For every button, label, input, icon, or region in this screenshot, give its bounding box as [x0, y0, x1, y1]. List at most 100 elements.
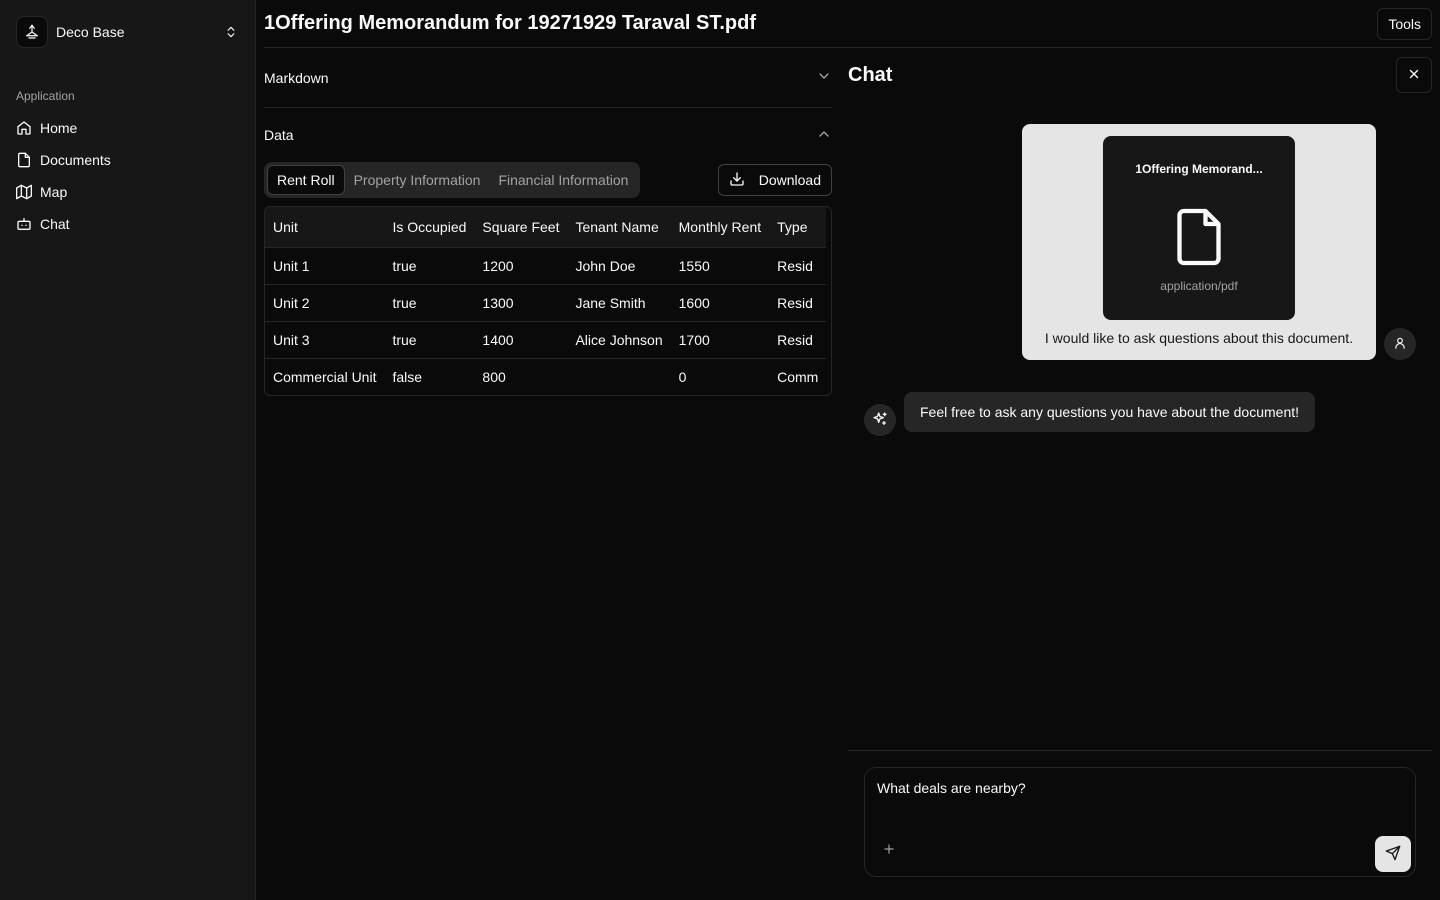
logo-icon [16, 16, 48, 48]
table-cell: Unit 1 [265, 246, 385, 284]
column-header[interactable]: Is Occupied [384, 207, 475, 247]
data-tabs: Rent Roll Property Information Financial… [264, 162, 641, 198]
table-cell: true [384, 320, 475, 358]
download-button[interactable]: Download [717, 164, 832, 196]
assistant-avatar [864, 404, 896, 436]
sidebar-item-label: Map [40, 184, 68, 200]
table-cell: Commercial Unit [265, 357, 385, 395]
table-cell: 0 [670, 357, 770, 395]
data-toolbar: Rent Roll Property Information Financial… [264, 162, 832, 198]
tools-button[interactable]: Tools [1377, 7, 1432, 40]
composer-area [848, 750, 1432, 900]
attachment-type: application/pdf [1160, 279, 1238, 293]
download-icon [729, 171, 745, 190]
table-cell: Resid [769, 320, 827, 358]
assistant-message-text: Feel free to ask any questions you have … [904, 392, 1316, 432]
download-label: Download [758, 172, 821, 188]
close-icon [1407, 67, 1421, 84]
attachment-card[interactable]: 1Offering Memorand... application/pdf [1103, 136, 1295, 320]
close-chat-button[interactable] [1396, 57, 1432, 93]
user-avatar [1384, 328, 1416, 360]
column-header[interactable]: Unit [265, 207, 385, 247]
rent-roll-table: Unit Is Occupied Square Feet Tenant Name… [264, 206, 832, 396]
column-header[interactable]: Square Feet [474, 207, 568, 247]
sidebar-item-label: Chat [40, 216, 70, 232]
map-icon [16, 184, 32, 200]
table-cell: 1600 [670, 283, 770, 321]
chat-header: Chat [848, 48, 1432, 102]
sidebar-item-map[interactable]: Map [8, 176, 247, 208]
sidebar: Deco Base Application Home Documents Map [0, 0, 256, 900]
home-icon [16, 120, 32, 136]
user-message: 1Offering Memorand... application/pdf I … [1022, 124, 1376, 360]
column-header[interactable]: Tenant Name [567, 207, 671, 247]
workspace-switcher[interactable]: Deco Base [8, 8, 247, 56]
chevron-up-icon [816, 126, 832, 145]
data-accordion-label: Data [264, 127, 294, 143]
send-icon [1385, 845, 1401, 864]
markdown-accordion[interactable]: Markdown [264, 48, 832, 108]
table-row: Unit 2 true 1300 Jane Smith 1600 Resid [265, 283, 827, 321]
table-cell: 1700 [670, 320, 770, 358]
user-message-text: I would like to ask questions about this… [1044, 330, 1354, 346]
table-cell: Resid [769, 246, 827, 284]
table-row: Unit 1 true 1200 John Doe 1550 Resid [265, 246, 827, 284]
tab-property-information[interactable]: Property Information [345, 165, 490, 195]
data-accordion[interactable]: Data [264, 108, 832, 162]
app-root: Deco Base Application Home Documents Map [0, 0, 1440, 900]
assistant-message: Feel free to ask any questions you have … [864, 392, 1316, 436]
sidebar-group-label: Application [16, 89, 75, 103]
table-cell: John Doe [567, 246, 671, 284]
main-area: 1Offering Memorandum for 19271929 Tarava… [256, 0, 1440, 900]
bot-icon [16, 216, 32, 232]
attachment-name: 1Offering Memorand... [1135, 162, 1263, 176]
page-title: 1Offering Memorandum for 19271929 Tarava… [264, 12, 757, 34]
tab-financial-information[interactable]: Financial Information [489, 165, 637, 195]
column-header[interactable]: Monthly Rent [670, 207, 770, 247]
table-cell: Resid [769, 283, 827, 321]
table-cell: Unit 3 [265, 320, 385, 358]
sparkles-icon [872, 411, 888, 430]
table-cell: 1300 [474, 283, 568, 321]
add-attachment-button[interactable] [877, 838, 901, 862]
chat-input[interactable] [877, 780, 1403, 796]
table-row: Commercial Unit false 800 0 Comm [265, 357, 827, 395]
table-cell: Alice Johnson [567, 320, 671, 358]
table-cell: Comm [769, 357, 827, 395]
send-button[interactable] [1375, 836, 1411, 872]
table-cell [567, 357, 671, 395]
table-cell: false [384, 357, 475, 395]
table-cell: 1550 [670, 246, 770, 284]
composer [864, 767, 1416, 877]
file-icon [1173, 206, 1225, 271]
table-cell: 1200 [474, 246, 568, 284]
table-cell: 800 [474, 357, 568, 395]
markdown-accordion-label: Markdown [264, 69, 329, 86]
column-header[interactable]: Type [769, 207, 827, 247]
plus-icon [882, 842, 896, 859]
table-cell: Jane Smith [567, 283, 671, 321]
sidebar-item-label: Documents [40, 152, 111, 168]
tab-rent-roll[interactable]: Rent Roll [267, 165, 345, 195]
workspace-name: Deco Base [56, 24, 125, 40]
table-cell: Unit 2 [265, 283, 385, 321]
sidebar-item-home[interactable]: Home [8, 112, 247, 144]
chat-panel: Chat 1Offering Memorand... application/p… [848, 48, 1432, 900]
sidebar-item-chat[interactable]: Chat [8, 208, 247, 240]
sidebar-item-label: Home [40, 120, 78, 136]
user-icon [1393, 336, 1407, 353]
top-bar: 1Offering Memorandum for 19271929 Tarava… [264, 0, 1432, 48]
message-list: 1Offering Memorand... application/pdf I … [848, 102, 1432, 750]
table-cell: true [384, 246, 475, 284]
table-cell: true [384, 283, 475, 321]
document-panel: Markdown Data Rent Roll Property Informa… [264, 48, 832, 900]
table-cell: 1400 [474, 320, 568, 358]
content: Markdown Data Rent Roll Property Informa… [264, 48, 1432, 900]
chevrons-up-down-icon [223, 24, 239, 40]
sidebar-item-documents[interactable]: Documents [8, 144, 247, 176]
file-icon [16, 152, 32, 168]
chevron-down-icon [816, 68, 832, 87]
table-header-row: Unit Is Occupied Square Feet Tenant Name… [265, 207, 827, 247]
chat-title: Chat [848, 63, 893, 86]
table-row: Unit 3 true 1400 Alice Johnson 1700 Resi… [265, 320, 827, 358]
